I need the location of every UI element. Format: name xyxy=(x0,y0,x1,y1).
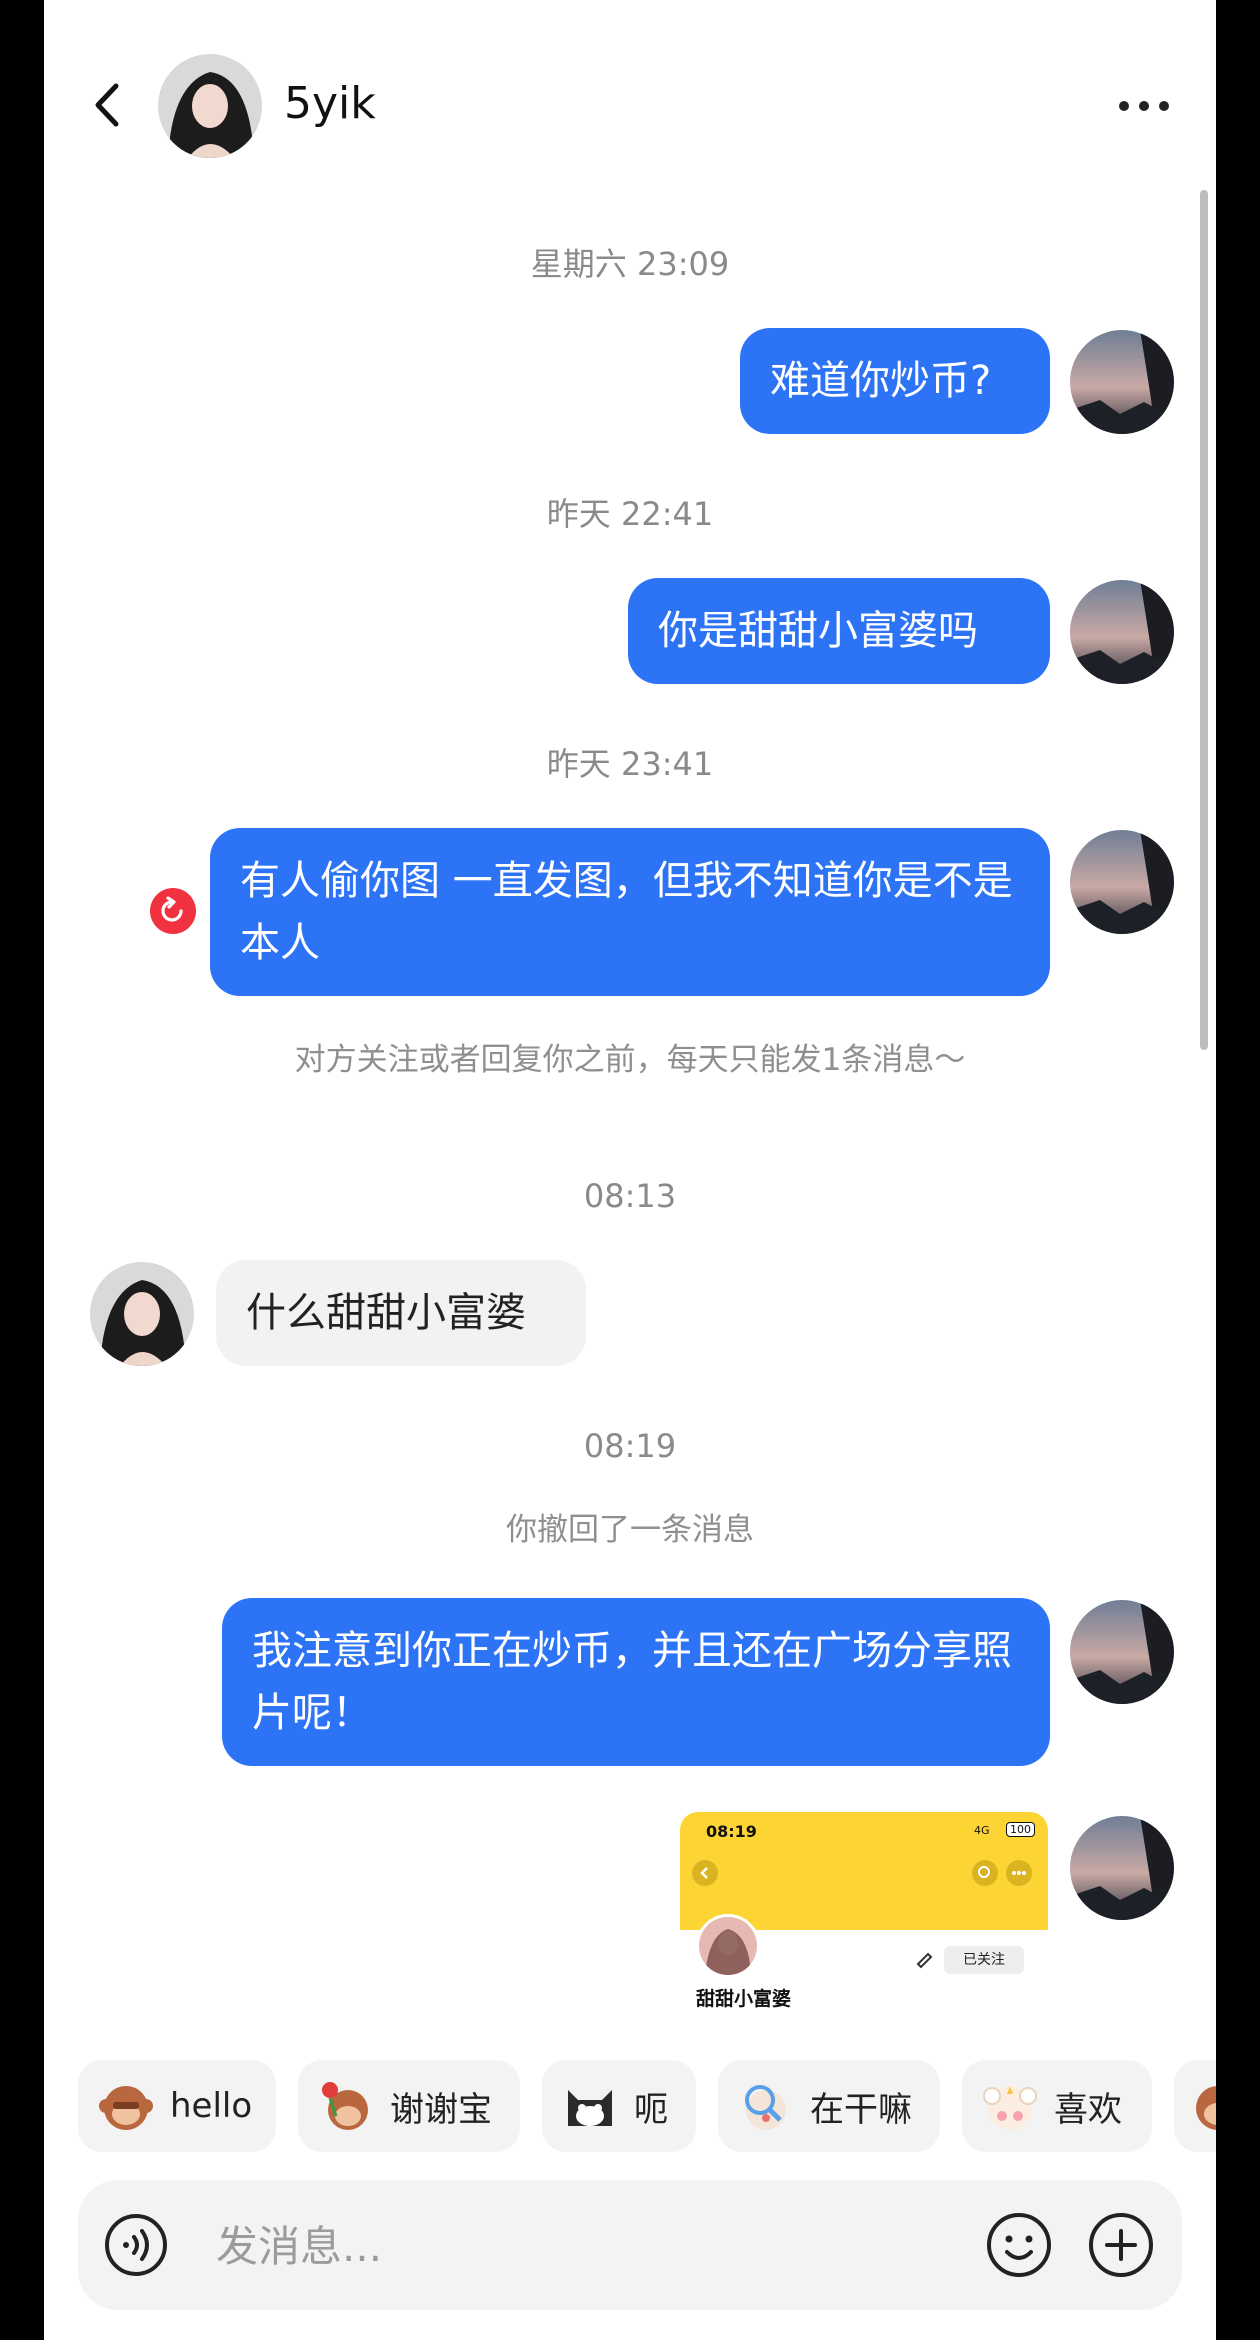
contact-avatar[interactable] xyxy=(90,1262,194,1366)
timestamp: 08:19 xyxy=(583,1427,677,1465)
card-more-icon xyxy=(1006,1860,1032,1886)
more-options-icon[interactable] xyxy=(1114,92,1174,120)
chat-screen: 5yik 星期六 23:09 难道你炒币? 昨天 22:41 你是甜甜小富婆吗 … xyxy=(44,0,1216,2340)
card-search-icon xyxy=(972,1860,998,1886)
monkey-sticker-icon xyxy=(96,2076,156,2136)
my-avatar[interactable] xyxy=(1070,580,1174,684)
my-avatar[interactable] xyxy=(1070,1600,1174,1704)
quick-reply-label: 呃 xyxy=(634,2089,668,2130)
my-avatar[interactable] xyxy=(1070,830,1174,934)
sheep-sticker-icon xyxy=(980,2076,1040,2136)
back-icon[interactable] xyxy=(84,80,134,130)
emoji-icon[interactable] xyxy=(986,2212,1052,2278)
timestamp: 昨天 23:41 xyxy=(546,745,714,783)
add-icon[interactable] xyxy=(1088,2212,1154,2278)
card-follow-badge: 已关注 xyxy=(944,1946,1024,1974)
quick-reply-thanks[interactable]: 谢谢宝 xyxy=(298,2060,520,2152)
quick-reply-er[interactable]: 呃 xyxy=(542,2060,696,2152)
quick-reply-label: 在干嘛 xyxy=(810,2089,912,2130)
card-signal: 4G xyxy=(974,1824,990,1837)
monkey-rose-sticker-icon xyxy=(316,2076,376,2136)
card-profile-name: 甜甜小富婆 xyxy=(696,1988,792,2010)
image-message-card[interactable]: 08:19 4G 100 已关注 甜甜小富婆 xyxy=(680,1812,1048,2022)
contact-name[interactable]: 5yik xyxy=(284,76,376,132)
card-profile-avatar xyxy=(696,1914,760,1978)
magnifier-sticker-icon xyxy=(736,2076,796,2136)
timestamp: 星期六 23:09 xyxy=(530,245,730,283)
card-back-icon xyxy=(692,1860,718,1886)
card-status-time: 08:19 xyxy=(706,1822,757,1841)
message-bubble-outgoing[interactable]: 难道你炒币? xyxy=(740,328,1050,434)
card-battery: 100 xyxy=(1006,1822,1035,1837)
message-bubble-outgoing[interactable]: 有人偷你图 一直发图，但我不知道你是不是本人 xyxy=(210,828,1050,996)
message-bubble-outgoing[interactable]: 我注意到你正在炒币，并且还在广场分享照片呢！ xyxy=(222,1598,1050,1766)
my-avatar[interactable] xyxy=(1070,330,1174,434)
message-bubble-outgoing[interactable]: 你是甜甜小富婆吗 xyxy=(628,578,1050,684)
quick-reply-what-doing[interactable]: 在干嘛 xyxy=(718,2060,940,2152)
cat-sticker-icon xyxy=(560,2076,620,2136)
quick-reply-label: 喜欢 xyxy=(1054,2089,1122,2130)
quick-reply-like[interactable]: 喜欢 xyxy=(962,2060,1152,2152)
message-input[interactable]: 发消息... xyxy=(216,2222,382,2272)
timestamp: 08:13 xyxy=(583,1177,677,1215)
card-edit-icon xyxy=(914,1948,936,1970)
resend-icon[interactable] xyxy=(150,888,196,934)
voice-icon[interactable] xyxy=(104,2213,168,2277)
my-avatar[interactable] xyxy=(1070,1816,1174,1920)
recalled-notice: 你撤回了一条消息 xyxy=(506,1512,754,1548)
quick-reply-label: hello xyxy=(170,2086,253,2126)
quick-reply-label: 谢谢宝 xyxy=(390,2089,492,2130)
monkey-sticker-icon xyxy=(1188,2076,1216,2136)
message-limit-notice: 对方关注或者回复你之前，每天只能发1条消息～ xyxy=(294,1042,966,1078)
timestamp: 昨天 22:41 xyxy=(546,495,714,533)
quick-reply-partial[interactable] xyxy=(1174,2060,1216,2152)
message-bubble-incoming[interactable]: 什么甜甜小富婆 xyxy=(216,1260,586,1366)
contact-avatar[interactable] xyxy=(158,54,262,158)
quick-reply-hello[interactable]: hello xyxy=(78,2060,276,2152)
scrollbar[interactable] xyxy=(1200,190,1208,1050)
